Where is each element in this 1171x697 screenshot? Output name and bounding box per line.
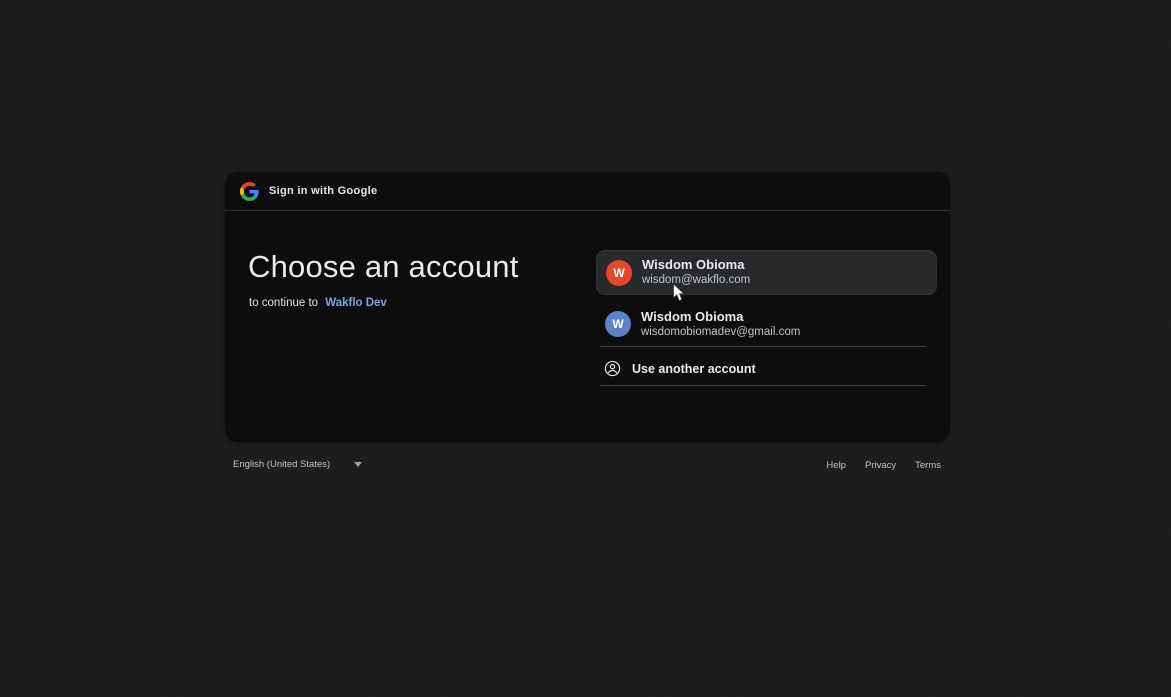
account-email: wisdom@wakflo.com — [642, 274, 750, 287]
google-g-icon — [240, 182, 259, 201]
subtitle-prefix: to continue to — [249, 297, 318, 309]
person-circle-icon — [604, 360, 621, 377]
language-value: English (United States) — [233, 459, 330, 470]
account-row-gmail[interactable]: W Wisdom Obioma wisdomobiomadev@gmail.co… — [596, 302, 937, 346]
account-row-wakflo[interactable]: W Wisdom Obioma wisdom@wakflo.com — [596, 250, 937, 295]
language-selector[interactable]: English (United States) — [233, 459, 362, 470]
account-text: Wisdom Obioma wisdomobiomadev@gmail.com — [641, 310, 800, 339]
app-name: Wakflo Dev — [325, 297, 387, 309]
dialog-header: Sign in with Google — [225, 172, 950, 211]
page-title: Choose an account — [248, 249, 519, 285]
privacy-link[interactable]: Privacy — [865, 460, 896, 471]
avatar: W — [605, 311, 631, 337]
continue-subtitle: to continue to Wakflo Dev — [249, 297, 387, 309]
use-another-account-label: Use another account — [632, 362, 756, 376]
account-text: Wisdom Obioma wisdom@wakflo.com — [642, 258, 750, 287]
footer-links: Help Privacy Terms — [826, 460, 941, 471]
page-background: Sign in with Google Choose an account to… — [0, 0, 1171, 697]
caret-down-icon — [354, 462, 362, 467]
use-another-account-button[interactable]: Use another account — [596, 352, 937, 385]
account-name: Wisdom Obioma — [641, 310, 800, 324]
terms-link[interactable]: Terms — [915, 460, 941, 471]
help-link[interactable]: Help — [826, 460, 846, 471]
avatar: W — [606, 260, 632, 286]
divider — [600, 385, 926, 386]
sign-in-dialog: Sign in with Google Choose an account to… — [225, 172, 950, 442]
account-name: Wisdom Obioma — [642, 258, 750, 272]
account-email: wisdomobiomadev@gmail.com — [641, 326, 800, 339]
dialog-title: Sign in with Google — [269, 185, 377, 197]
divider — [600, 346, 926, 347]
